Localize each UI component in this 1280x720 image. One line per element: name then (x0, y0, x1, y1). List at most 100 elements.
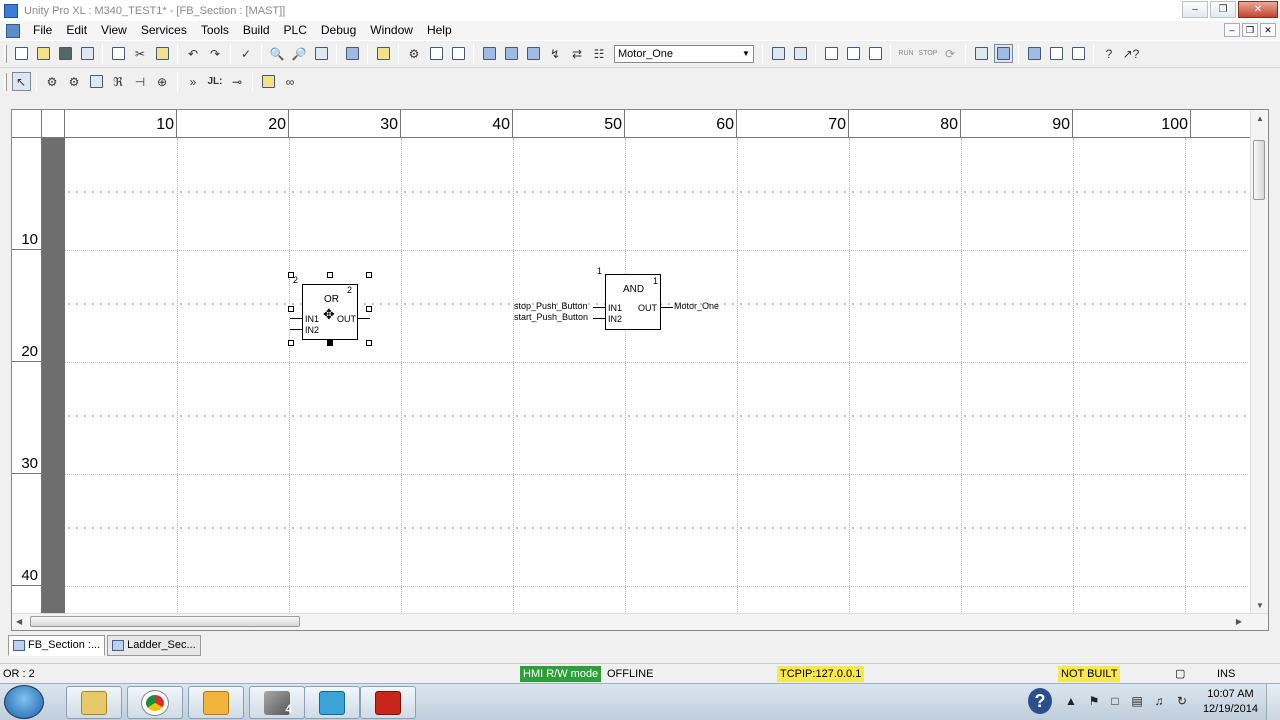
menu-edit[interactable]: Edit (59, 21, 94, 40)
plc-button[interactable] (866, 44, 885, 63)
stop-push-button-variable[interactable]: stop_Push_Button (514, 301, 588, 311)
select-mode-button[interactable]: ↖ (11, 72, 31, 91)
network-icon[interactable]: ▤ (1130, 694, 1144, 708)
col-tick-40[interactable]: 40 (401, 110, 513, 138)
tab-fb-section[interactable]: FB_Section :... (8, 635, 106, 656)
chevron-down-icon[interactable]: ▼ (739, 46, 753, 62)
variable-inspect-button[interactable]: ∞ (281, 72, 300, 91)
col-tick-70[interactable]: 70 (737, 110, 849, 138)
horizontal-scrollbar[interactable]: ◀ ▶ (12, 613, 1268, 630)
row-tick-10[interactable]: 10 (12, 138, 42, 250)
data-editor-button[interactable] (524, 44, 543, 63)
chevron-up-icon[interactable]: ▲ (1064, 694, 1078, 708)
close-button[interactable]: ✕ (1238, 1, 1278, 18)
selection-handle[interactable] (366, 272, 372, 278)
help-button[interactable]: ? (1100, 44, 1119, 63)
open-button[interactable] (34, 44, 53, 63)
selection-handle[interactable] (288, 340, 294, 346)
ffb-button[interactable]: ⚙ (43, 72, 62, 91)
menu-services[interactable]: Services (134, 21, 194, 40)
display-button[interactable] (993, 44, 1013, 63)
start-push-button-variable[interactable]: start_Push_Button (514, 312, 588, 322)
horizontal-scroll-thumb[interactable] (30, 616, 300, 627)
link-button[interactable]: ⊣ (131, 72, 150, 91)
replace-button[interactable]: ⇄ (568, 44, 587, 63)
show-desktop-button[interactable] (1266, 684, 1280, 720)
row-tick-30[interactable]: 30 (12, 362, 42, 474)
col-tick-100[interactable]: 100 (1073, 110, 1191, 138)
stop-button[interactable]: STOP (919, 44, 938, 63)
volume-icon[interactable]: ♫ (1152, 694, 1166, 708)
and-out-pin[interactable]: OUT (638, 303, 657, 313)
selection-handle[interactable] (327, 272, 333, 278)
col-tick-20[interactable]: 20 (177, 110, 289, 138)
comment-button[interactable] (259, 72, 278, 91)
chrome-taskbar-button[interactable] (127, 686, 183, 719)
save-button[interactable] (56, 44, 75, 63)
selection-handle[interactable] (366, 340, 372, 346)
scroll-down-icon[interactable]: ▼ (1256, 601, 1264, 610)
explorer-taskbar-button[interactable] (66, 686, 122, 719)
selection-handle[interactable] (288, 306, 294, 312)
redo-button[interactable]: ↷ (206, 44, 225, 63)
run-button[interactable]: RUN (897, 44, 916, 63)
scroll-right-icon[interactable]: ▶ (1236, 617, 1242, 626)
browser-button[interactable] (480, 44, 499, 63)
connector-button[interactable]: ⊕ (153, 72, 172, 91)
print-button[interactable] (78, 44, 97, 63)
return-button[interactable]: ℜ (109, 72, 128, 91)
col-tick-30[interactable]: 30 (289, 110, 401, 138)
fbd-canvas[interactable]: 2 2 OR IN1 IN2 OUT ✥ 1 1 AND IN1 IN2 OUT… (65, 138, 1248, 614)
analyze-button[interactable]: ⚙ (405, 44, 424, 63)
find-button[interactable]: ↯ (546, 44, 565, 63)
new-project-button[interactable] (12, 44, 31, 63)
tile-horizontal-button[interactable] (1047, 44, 1066, 63)
minimize-button[interactable]: – (1182, 1, 1208, 18)
cascade-button[interactable] (1025, 44, 1044, 63)
toolbar-grip[interactable] (4, 44, 7, 63)
system-clock[interactable]: 10:07 AM 12/19/2014 (1203, 687, 1258, 717)
cut-button[interactable]: ✂ (131, 44, 150, 63)
or-in2-pin[interactable]: IN2 (305, 325, 319, 335)
jump-button[interactable]: » (184, 72, 203, 91)
row-tick-40[interactable]: 40 (12, 474, 42, 586)
unity-group-taskbar-button[interactable]: 4 (249, 686, 305, 719)
selection-handle[interactable] (366, 306, 372, 312)
mdi-restore-button[interactable]: ❐ (1242, 23, 1258, 37)
connect-button[interactable] (769, 44, 788, 63)
menu-plc[interactable]: PLC (277, 21, 314, 40)
menu-file[interactable]: File (26, 21, 59, 40)
document-icon[interactable] (6, 23, 20, 38)
zoom-out-button[interactable]: 🔎 (290, 44, 309, 63)
ffb-input-assistant-button[interactable]: ⚙ (65, 72, 84, 91)
validate-button[interactable]: ✓ (237, 44, 256, 63)
paste-button[interactable] (153, 44, 172, 63)
tab-ladder-section[interactable]: Ladder_Sec... (107, 635, 201, 656)
vertical-scroll-thumb[interactable] (1253, 140, 1265, 200)
sync-icon[interactable]: ↻ (1175, 694, 1189, 708)
motor-one-variable[interactable]: Motor_One (674, 301, 719, 311)
copy-button[interactable] (109, 44, 128, 63)
menu-debug[interactable]: Debug (314, 21, 363, 40)
zoom-fit-button[interactable] (312, 44, 331, 63)
menu-build[interactable]: Build (236, 21, 277, 40)
and-in2-pin[interactable]: IN2 (608, 314, 622, 324)
restore-button[interactable]: ❐ (1210, 1, 1236, 18)
col-tick-10[interactable]: 10 (65, 110, 177, 138)
tile-vertical-button[interactable] (1069, 44, 1088, 63)
and-in1-pin[interactable]: IN1 (608, 303, 622, 313)
import-button[interactable] (374, 44, 393, 63)
flag-icon[interactable]: ⚑ (1087, 694, 1101, 708)
row-tick-20[interactable]: 20 (12, 250, 42, 362)
menu-window[interactable]: Window (363, 21, 420, 40)
col-tick-90[interactable]: 90 (961, 110, 1073, 138)
simulator-button[interactable] (844, 44, 863, 63)
animation-button[interactable] (972, 44, 991, 63)
toolbar-grip[interactable] (4, 72, 7, 91)
variable-combo[interactable]: Motor_One ▼ (614, 44, 754, 63)
menu-view[interactable]: View (94, 21, 134, 40)
start-button[interactable] (4, 685, 44, 719)
col-tick-80[interactable]: 80 (849, 110, 961, 138)
and-block[interactable]: 1 AND IN1 IN2 OUT (605, 274, 661, 330)
tree-button[interactable] (502, 44, 521, 63)
